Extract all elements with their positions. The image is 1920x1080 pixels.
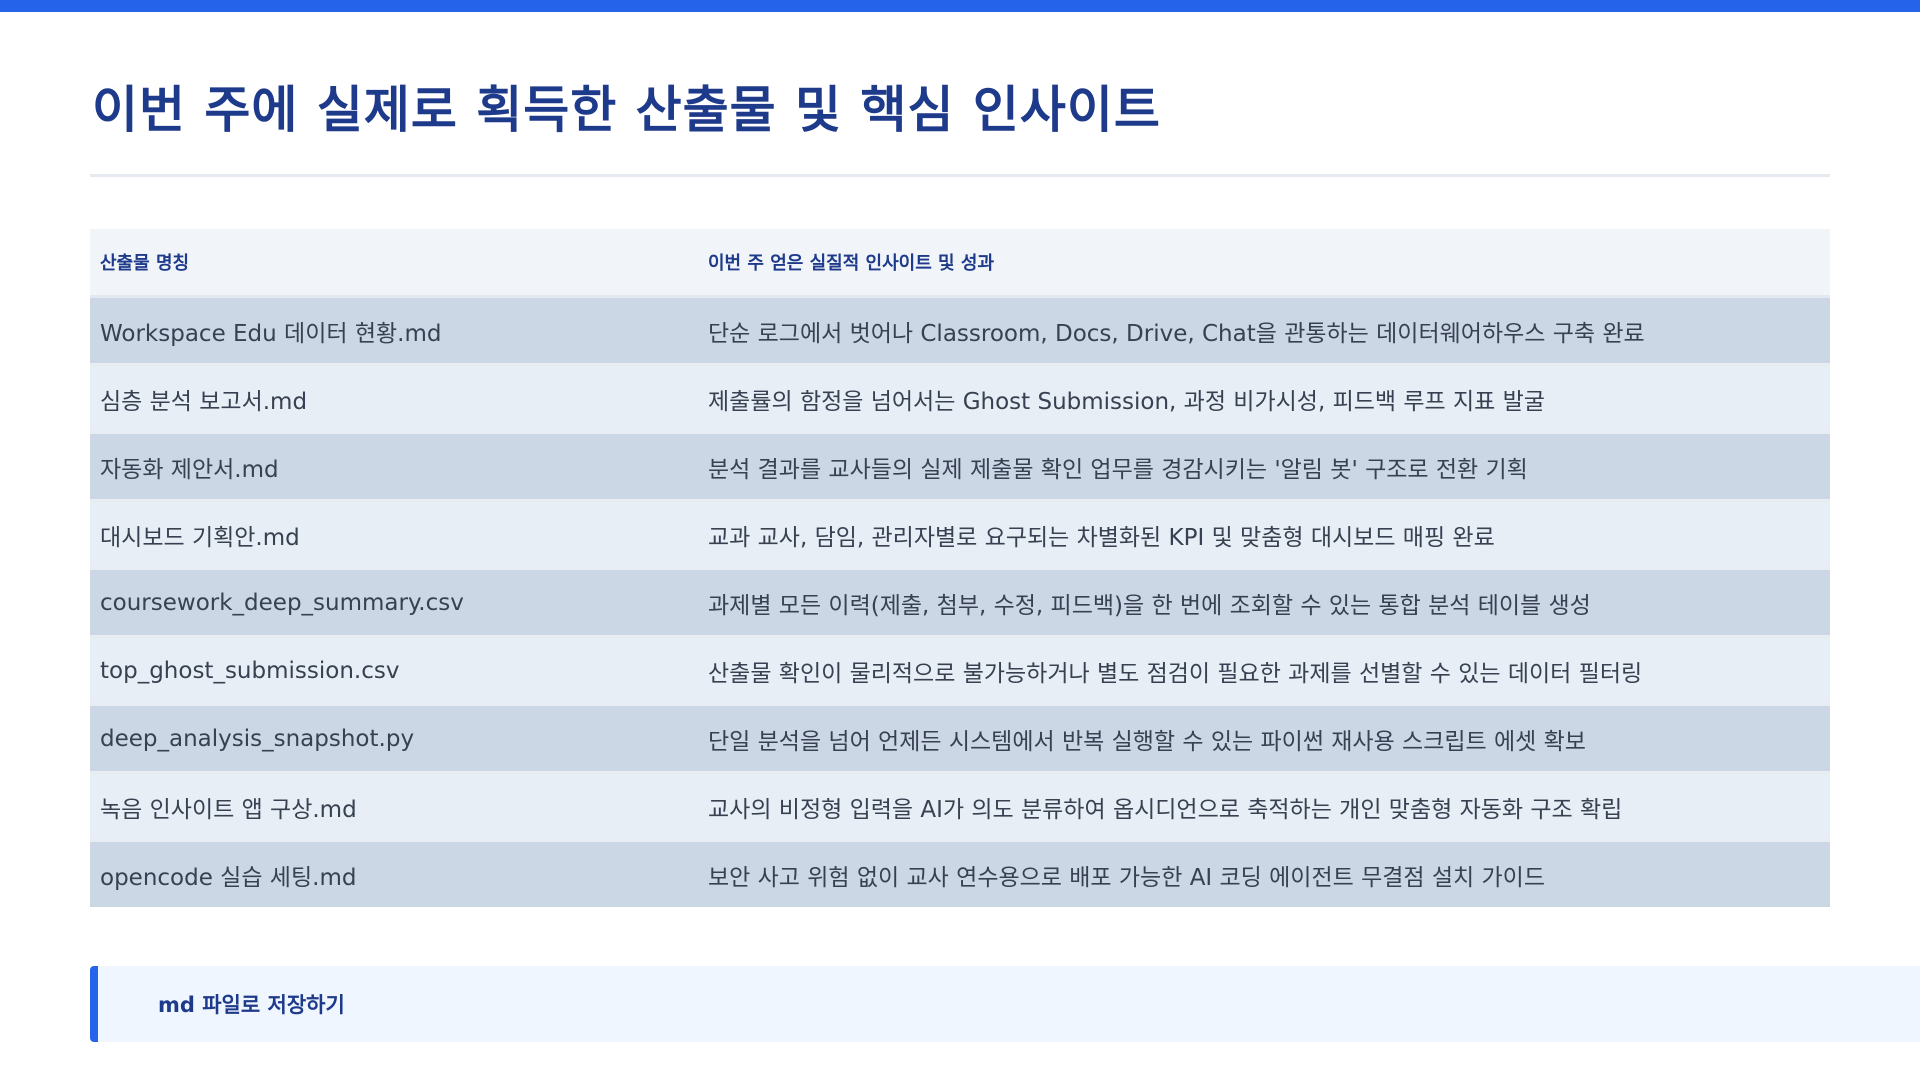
table-row: opencode 실습 세팅.md 보안 사고 위험 없이 교사 연수용으로 배…: [90, 842, 1830, 907]
insight-cell: 분석 결과를 교사들의 실제 제출물 확인 업무를 경감시키는 '알림 봇' 구…: [698, 434, 1830, 502]
table-header-row: 산출물 명칭 이번 주 얻은 실질적 인사이트 및 성과: [90, 229, 1830, 298]
insight-cell: 단일 분석을 넘어 언제든 시스템에서 반복 실행할 수 있는 파이썬 재사용 …: [698, 706, 1830, 774]
table-row: 녹음 인사이트 앱 구상.md 교사의 비정형 입력을 AI가 의도 분류하여 …: [90, 774, 1830, 842]
deliverables-table: 산출물 명칭 이번 주 얻은 실질적 인사이트 및 성과 Workspace E…: [90, 229, 1830, 907]
deliverable-name-cell: deep_analysis_snapshot.py: [90, 706, 698, 774]
save-as-md-callout[interactable]: md 파일로 저장하기: [90, 966, 1920, 1042]
callout-text: md 파일로 저장하기: [158, 993, 345, 1017]
table-row: deep_analysis_snapshot.py 단일 분석을 넘어 언제든 …: [90, 706, 1830, 774]
deliverable-name-cell: 자동화 제안서.md: [90, 434, 698, 502]
deliverable-name-cell: coursework_deep_summary.csv: [90, 570, 698, 638]
table-row: 대시보드 기획안.md 교과 교사, 담임, 관리자별로 요구되는 차별화된 K…: [90, 502, 1830, 570]
page-title: 이번 주에 실제로 획득한 산출물 및 핵심 인사이트: [92, 81, 1161, 139]
table-row: Workspace Edu 데이터 현황.md 단순 로그에서 벗어나 Clas…: [90, 298, 1830, 366]
table-row: 자동화 제안서.md 분석 결과를 교사들의 실제 제출물 확인 업무를 경감시…: [90, 434, 1830, 502]
deliverable-name-cell: Workspace Edu 데이터 현황.md: [90, 298, 698, 366]
title-divider: [90, 174, 1830, 177]
top-accent-bar: [0, 0, 1920, 12]
insight-cell: 제출률의 함정을 넘어서는 Ghost Submission, 과정 비가시성,…: [698, 366, 1830, 434]
insight-cell: 과제별 모든 이력(제출, 첨부, 수정, 피드백)을 한 번에 조회할 수 있…: [698, 570, 1830, 638]
insight-cell: 교사의 비정형 입력을 AI가 의도 분류하여 옵시디언으로 축적하는 개인 맞…: [698, 774, 1830, 842]
deliverable-name-cell: opencode 실습 세팅.md: [90, 842, 698, 907]
insight-cell: 교과 교사, 담임, 관리자별로 요구되는 차별화된 KPI 및 맞춤형 대시보…: [698, 502, 1830, 570]
deliverables-table-container: 산출물 명칭 이번 주 얻은 실질적 인사이트 및 성과 Workspace E…: [90, 229, 1830, 907]
table-body: Workspace Edu 데이터 현황.md 단순 로그에서 벗어나 Clas…: [90, 298, 1830, 907]
column-header-insight: 이번 주 얻은 실질적 인사이트 및 성과: [698, 229, 1830, 298]
insight-cell: 산출물 확인이 물리적으로 불가능하거나 별도 점검이 필요한 과제를 선별할 …: [698, 638, 1830, 706]
insight-cell: 단순 로그에서 벗어나 Classroom, Docs, Drive, Chat…: [698, 298, 1830, 366]
deliverable-name-cell: top_ghost_submission.csv: [90, 638, 698, 706]
deliverable-name-cell: 녹음 인사이트 앱 구상.md: [90, 774, 698, 842]
table-row: top_ghost_submission.csv 산출물 확인이 물리적으로 불…: [90, 638, 1830, 706]
insight-cell: 보안 사고 위험 없이 교사 연수용으로 배포 가능한 AI 코딩 에이전트 무…: [698, 842, 1830, 907]
table-header: 산출물 명칭 이번 주 얻은 실질적 인사이트 및 성과: [90, 229, 1830, 298]
deliverable-name-cell: 대시보드 기획안.md: [90, 502, 698, 570]
column-header-deliverable-name: 산출물 명칭: [90, 229, 698, 298]
deliverable-name-cell: 심층 분석 보고서.md: [90, 366, 698, 434]
table-row: 심층 분석 보고서.md 제출률의 함정을 넘어서는 Ghost Submiss…: [90, 366, 1830, 434]
table-row: coursework_deep_summary.csv 과제별 모든 이력(제출…: [90, 570, 1830, 638]
